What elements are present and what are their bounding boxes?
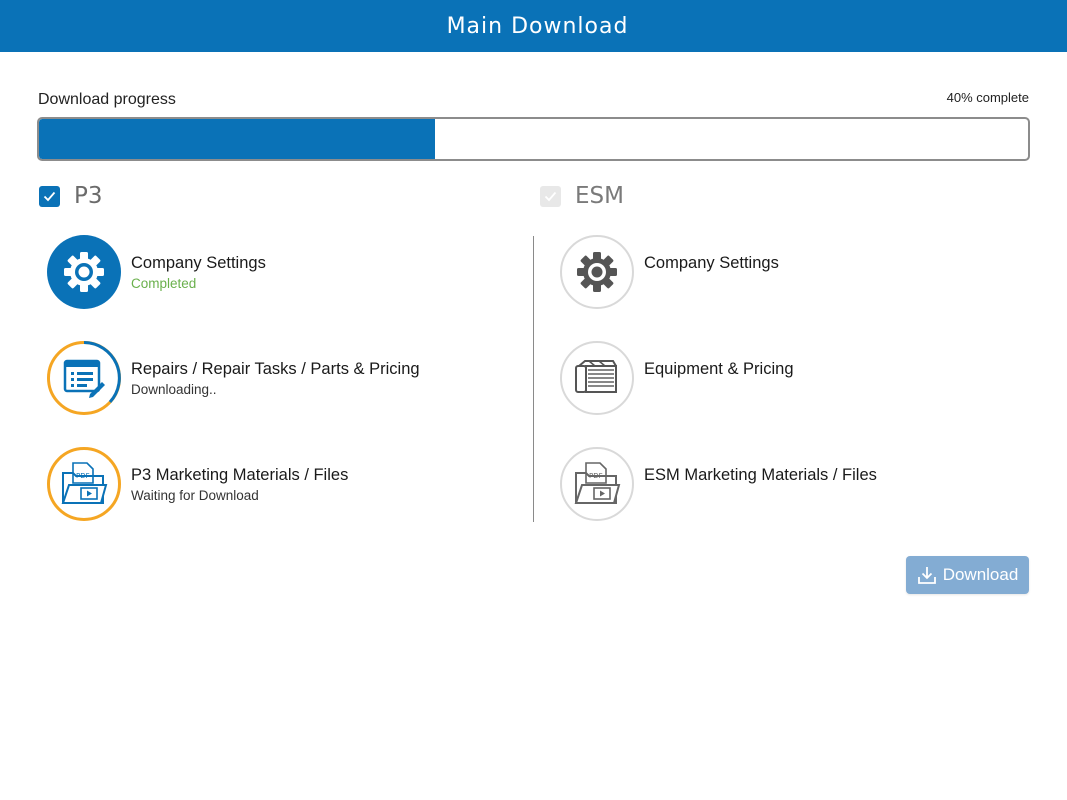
download-progress-arc <box>83 341 121 404</box>
item-status: Completed <box>131 276 197 291</box>
page-title: Main Download <box>446 13 629 39</box>
download-icon <box>917 565 937 585</box>
title-bar: Main Download <box>0 0 1067 52</box>
item-status-circle <box>47 341 121 415</box>
download-button-label: Download <box>942 565 1019 584</box>
pdf-folder-icon: PDF <box>61 462 108 504</box>
esm-checkbox[interactable] <box>540 185 561 207</box>
item-status: Downloading.. <box>131 382 217 397</box>
p3-checkbox[interactable] <box>39 185 60 207</box>
p3-item-repairs[interactable]: Repairs / Repair Tasks / Parts & Pricing… <box>47 341 420 415</box>
pdf-folder-icon: PDF <box>574 462 621 504</box>
equipment-icon <box>575 360 617 393</box>
checkmark-icon <box>43 191 56 201</box>
item-title: Repairs / Repair Tasks / Parts & Pricing <box>131 360 420 378</box>
esm-item-equipment[interactable]: Equipment & Pricing <box>560 341 794 415</box>
checkmark-icon <box>544 191 557 201</box>
item-status-circle <box>560 341 634 415</box>
gear-icon <box>577 252 617 292</box>
item-status-circle: PDF <box>560 447 634 521</box>
item-status: Waiting for Download <box>131 488 259 503</box>
item-status-circle: PDF <box>47 447 121 521</box>
esm-item-marketing[interactable]: PDF ESM Marketing Materials / Files <box>560 447 877 521</box>
progress-bar <box>37 117 1030 161</box>
item-title: P3 Marketing Materials / Files <box>131 466 349 484</box>
p3-item-marketing[interactable]: PDF P3 Marketing Materials / Files Waiti… <box>47 447 348 521</box>
esm-item-company-settings[interactable]: Company Settings <box>560 235 779 309</box>
section-title-esm: ESM <box>575 183 624 209</box>
item-title: Equipment & Pricing <box>644 360 794 378</box>
progress-bar-fill <box>39 119 435 159</box>
section-title-p3: P3 <box>74 183 103 209</box>
section-header-esm: ESM <box>540 183 624 209</box>
item-title: ESM Marketing Materials / Files <box>644 466 877 484</box>
download-button[interactable]: Download <box>906 556 1029 594</box>
progress-label: Download progress <box>38 91 176 108</box>
gear-icon <box>64 252 104 292</box>
item-status-circle <box>47 235 121 309</box>
p3-item-company-settings[interactable]: Company Settings Completed <box>47 235 266 309</box>
section-divider <box>533 236 534 522</box>
item-status-circle <box>560 235 634 309</box>
section-header-p3: P3 <box>39 183 103 209</box>
item-title: Company Settings <box>131 254 266 272</box>
item-title: Company Settings <box>644 254 779 272</box>
progress-percent-text: 40% complete <box>946 90 1029 105</box>
